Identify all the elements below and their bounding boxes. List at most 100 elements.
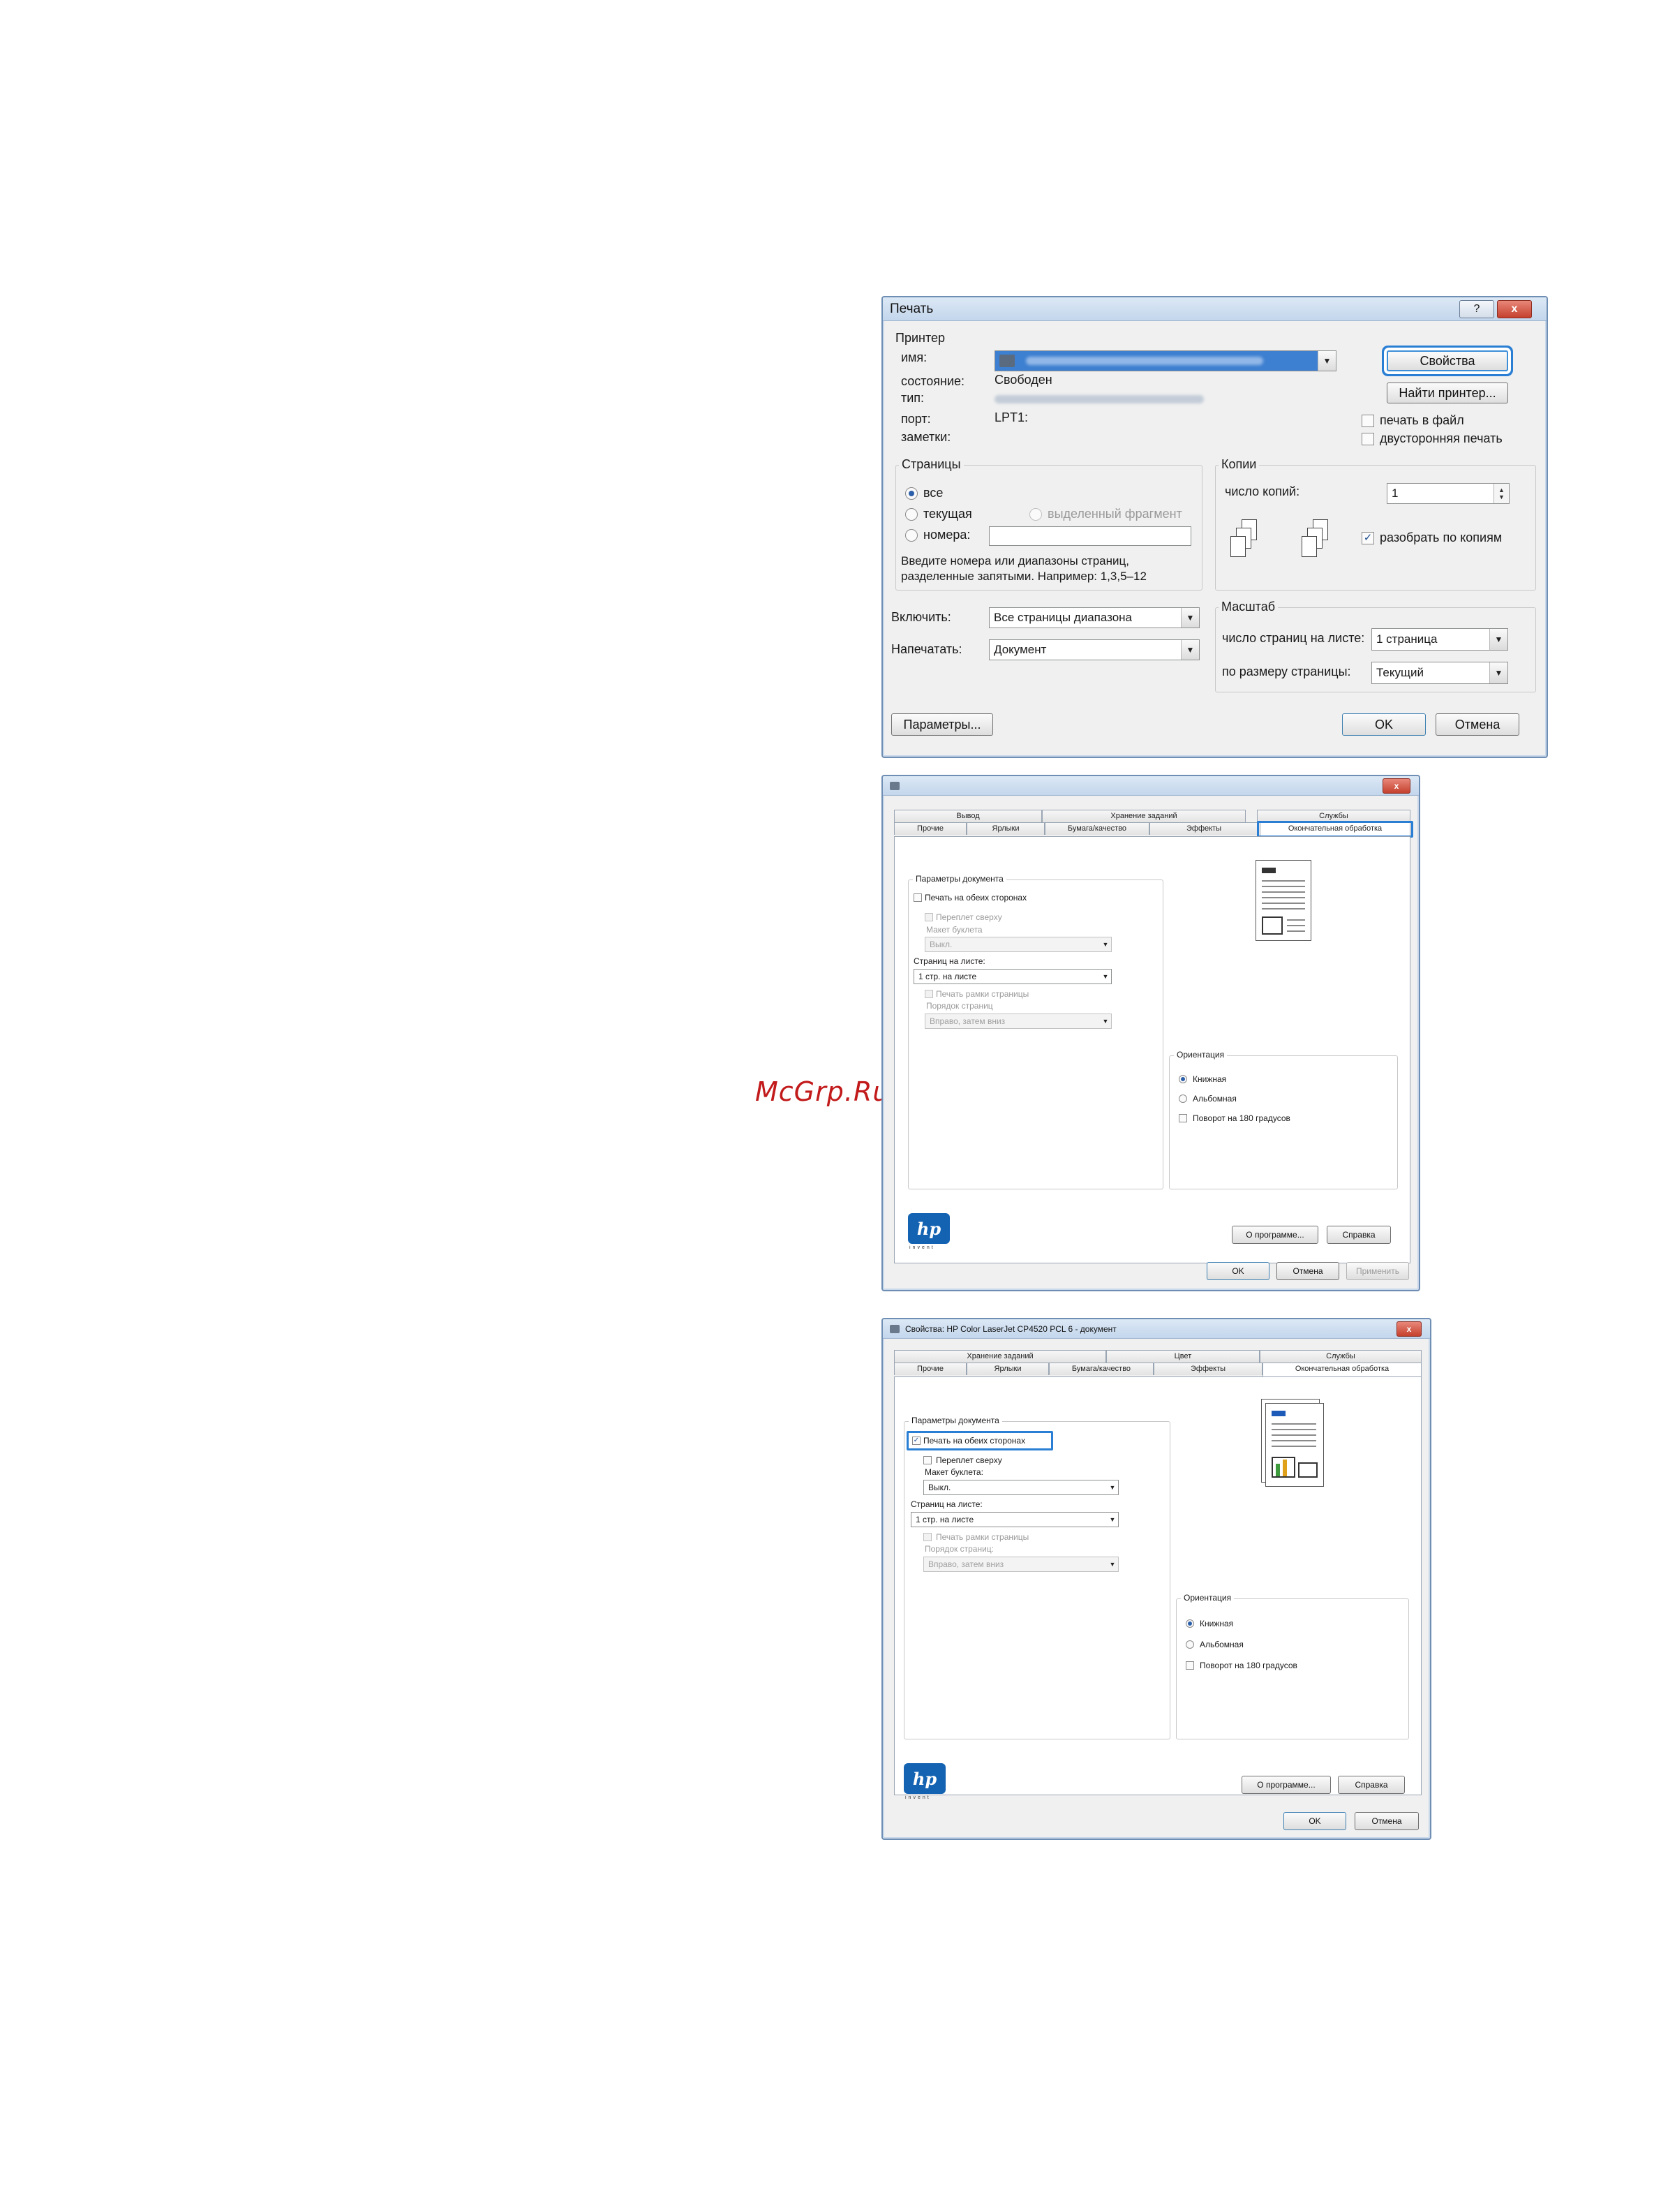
flip-up-checkbox[interactable]	[923, 1456, 932, 1464]
apply-button[interactable]: Применить	[1346, 1262, 1409, 1280]
page-order-select[interactable]: Вправо, затем вниз ▼	[923, 1557, 1119, 1572]
collate-checkbox[interactable]: ✓	[1362, 532, 1374, 544]
printer-name-select[interactable]: ▼	[995, 350, 1336, 371]
cancel-button[interactable]: Отмена	[1436, 713, 1519, 736]
about-button[interactable]: О программе...	[1242, 1776, 1331, 1794]
booklet-value: Выкл.	[930, 940, 953, 949]
print-what-select[interactable]: Документ ▼	[989, 639, 1200, 660]
help-button[interactable]: Справка	[1338, 1776, 1405, 1794]
chevron-down-icon[interactable]: ▼	[1100, 1014, 1111, 1028]
selection-radio[interactable]	[1029, 508, 1042, 521]
properties-button[interactable]: Свойства	[1387, 350, 1508, 371]
both-sides-checkbox[interactable]	[914, 893, 922, 902]
duplex-checkbox[interactable]	[1362, 433, 1374, 445]
print-dialog-title: Печать	[890, 301, 934, 316]
current-page-radio[interactable]	[905, 508, 918, 521]
chevron-down-icon[interactable]: ▼	[1107, 1513, 1118, 1527]
duplex-preview-icon	[1265, 1403, 1324, 1487]
port-value: LPT1:	[995, 410, 1029, 424]
page-order-select[interactable]: Вправо, затем вниз ▼	[925, 1014, 1112, 1029]
tab-job-storage[interactable]: Хранение заданий	[1042, 810, 1246, 822]
booklet-select[interactable]: Выкл. ▼	[925, 937, 1112, 952]
chevron-down-icon[interactable]: ▼	[1489, 629, 1507, 650]
portrait-radio[interactable]	[1179, 1075, 1187, 1083]
all-pages-radio[interactable]	[905, 487, 918, 500]
close-button[interactable]: x	[1497, 300, 1532, 318]
rotate-180-label: Поворот на 180 градусов	[1193, 1113, 1290, 1123]
ok-button[interactable]: OK	[1207, 1262, 1269, 1280]
flip-up-checkbox[interactable]	[925, 913, 933, 921]
landscape-label: Альбомная	[1200, 1640, 1244, 1649]
page-borders-checkbox[interactable]	[923, 1533, 932, 1541]
tab-effects[interactable]: Эффекты	[1154, 1363, 1262, 1375]
chevron-down-icon[interactable]: ▼	[1181, 640, 1199, 660]
printer-icon	[890, 781, 900, 790]
tab-shortcuts[interactable]: Ярлыки	[967, 1363, 1049, 1375]
chevron-down-icon[interactable]: ▼	[1107, 1557, 1118, 1571]
tab-finishing[interactable]: Окончательная обработка	[1262, 1363, 1422, 1376]
rotate-180-checkbox[interactable]	[1179, 1114, 1187, 1122]
ok-button[interactable]: OK	[1283, 1812, 1346, 1830]
page-icon	[1230, 536, 1246, 557]
chevron-down-icon[interactable]: ▼	[1489, 662, 1507, 683]
landscape-radio[interactable]	[1179, 1094, 1187, 1103]
chevron-down-icon[interactable]: ▼	[1107, 1480, 1118, 1494]
page-range-input[interactable]	[989, 526, 1191, 546]
booklet-select[interactable]: Выкл. ▼	[923, 1480, 1119, 1495]
about-button[interactable]: О программе...	[1232, 1226, 1318, 1244]
page-range-radio[interactable]	[905, 529, 918, 542]
tab-effects[interactable]: Эффекты	[1149, 822, 1258, 835]
options-button[interactable]: Параметры...	[891, 713, 993, 736]
tab-other[interactable]: Прочие	[894, 1363, 967, 1375]
scale-select[interactable]: Текущий ▼	[1371, 662, 1508, 684]
include-select[interactable]: Все страницы диапазона ▼	[989, 607, 1200, 628]
tab-other[interactable]: Прочие	[894, 822, 967, 835]
pages-per-sheet-select[interactable]: 1 страница ▼	[1371, 628, 1508, 651]
help-button[interactable]: ?	[1459, 300, 1494, 318]
page-borders-checkbox[interactable]	[925, 990, 933, 998]
tab-services[interactable]: Службы	[1260, 1350, 1422, 1363]
page-order-label: Порядок страниц:	[925, 1544, 994, 1554]
print-dialog-titlebar: Печать	[883, 297, 1547, 321]
page-borders-label: Печать рамки страницы	[936, 989, 1029, 999]
tab-job-storage[interactable]: Хранение заданий	[894, 1350, 1106, 1363]
selection-label: выделенный фрагмент	[1048, 507, 1182, 521]
help-button[interactable]: Справка	[1327, 1226, 1391, 1244]
rotate-180-checkbox[interactable]	[1186, 1661, 1194, 1670]
portrait-label: Книжная	[1193, 1074, 1227, 1084]
close-button[interactable]: x	[1396, 1321, 1422, 1337]
pages-per-sheet-select[interactable]: 1 стр. на листе ▼	[911, 1512, 1119, 1527]
page-order-label: Порядок страниц	[926, 1001, 993, 1011]
cancel-button[interactable]: Отмена	[1276, 1262, 1339, 1280]
tab-paper-quality[interactable]: Бумага/качество	[1049, 1363, 1154, 1375]
print-to-file-checkbox[interactable]	[1362, 415, 1374, 427]
spinner-icon[interactable]: ▲ ▼	[1494, 484, 1509, 503]
portrait-radio[interactable]	[1186, 1619, 1194, 1628]
tab-color[interactable]: Цвет	[1106, 1350, 1260, 1363]
pages-group-title: Страницы	[899, 457, 964, 472]
watermark: McGrp.Ru	[755, 1076, 891, 1107]
print-what-label: Напечатать:	[891, 642, 962, 656]
tabs-row1: Хранение заданий Цвет Службы	[894, 1350, 1422, 1363]
close-button[interactable]: x	[1383, 778, 1410, 794]
doc-options-title: Параметры документа	[909, 1416, 1002, 1425]
include-value: Все страницы диапазона	[994, 611, 1133, 624]
chevron-down-icon[interactable]: ▼	[1100, 970, 1111, 983]
pages-per-sheet-select[interactable]: 1 стр. на листе ▼	[914, 969, 1112, 984]
both-sides-checkbox[interactable]: ✓	[912, 1437, 921, 1445]
find-printer-button[interactable]: Найти принтер...	[1387, 383, 1508, 403]
page-borders-label: Печать рамки страницы	[936, 1532, 1029, 1542]
tab-paper-quality[interactable]: Бумага/качество	[1045, 822, 1149, 835]
landscape-radio[interactable]	[1186, 1640, 1194, 1649]
ok-button[interactable]: OK	[1342, 713, 1426, 736]
copies-input[interactable]: 1 ▲ ▼	[1387, 483, 1510, 504]
cancel-button[interactable]: Отмена	[1355, 1812, 1419, 1830]
tab-output[interactable]: Вывод	[894, 810, 1042, 822]
page-order-value: Вправо, затем вниз	[928, 1559, 1004, 1569]
chevron-down-icon[interactable]: ▼	[1100, 937, 1111, 951]
tab-shortcuts[interactable]: Ярлыки	[967, 822, 1045, 835]
chevron-down-icon[interactable]: ▼	[1181, 608, 1199, 628]
landscape-label: Альбомная	[1193, 1094, 1237, 1104]
copies-label: число копий:	[1225, 484, 1300, 498]
chevron-down-icon[interactable]: ▼	[1318, 351, 1336, 371]
